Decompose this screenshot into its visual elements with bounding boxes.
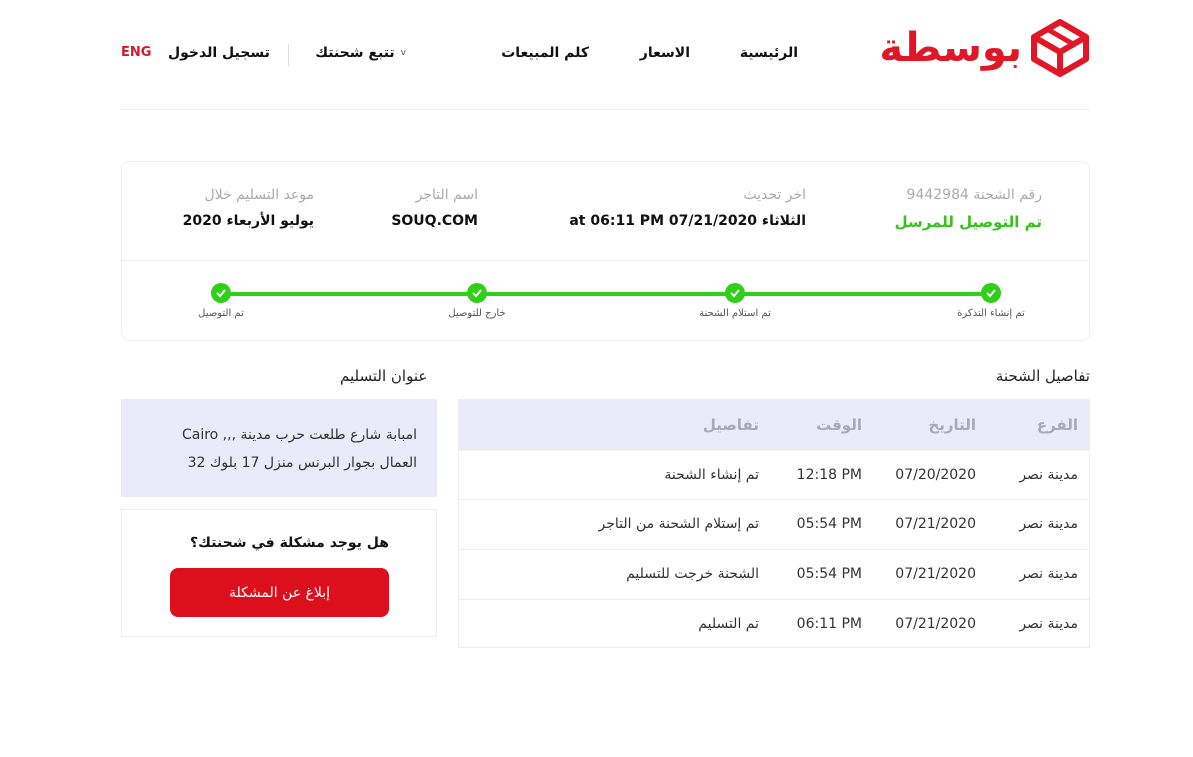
nav-home[interactable]: الرئيسية — [740, 45, 798, 61]
delivery-address-title: عنوان التسليم — [340, 367, 428, 385]
delivery-date-label: موعد التسليم خلال — [204, 187, 314, 203]
header-time: الوقت — [816, 416, 862, 434]
last-update-field: اخر تحديث الثلاثاء 07/21/2020 at 06:11 P… — [569, 187, 806, 229]
header-date: التاريخ — [928, 416, 976, 434]
site-header: بوسطة الرئيسية الاسعار كلم المبيعات تتبع… — [121, 18, 1090, 88]
step-label-created: تم إنشاء التذكرة — [957, 308, 1025, 319]
table-row: مدينة نصر 07/21/2020 05:54 PM الشحنة خرج… — [459, 549, 1089, 599]
address-line-2: العمال بجوار البرنس منزل 17 بلوك 32 — [187, 455, 417, 471]
step-check-icon — [467, 283, 487, 303]
table-header: الفرع التاريخ الوقت تفاصيل — [459, 400, 1089, 450]
row-details: تم إستلام الشحنة من التاجر — [598, 516, 759, 532]
header-divider — [121, 109, 1090, 110]
row-date: 07/21/2020 — [895, 516, 976, 532]
brand-logo[interactable]: بوسطة — [879, 18, 1090, 78]
row-time: 05:54 PM — [796, 566, 862, 582]
row-time: 06:11 PM — [796, 616, 862, 632]
merchant-field: اسم التاجر SOUQ.COM — [391, 187, 478, 229]
box-logo-icon — [1031, 19, 1089, 77]
shipment-number-label: رقم الشحنة 9442984 — [906, 187, 1042, 203]
address-line-1: امبابة شارع طلعت حرب مدينة ,,, Cairo — [181, 427, 417, 443]
table-row: مدينة نصر 07/21/2020 05:54 PM تم إستلام … — [459, 499, 1089, 549]
step-check-icon — [981, 283, 1001, 303]
row-details: تم التسليم — [698, 616, 759, 632]
last-update-value: الثلاثاء 07/21/2020 at 06:11 PM — [569, 213, 806, 229]
nav-prices[interactable]: الاسعار — [640, 45, 690, 61]
nav-contact-sales[interactable]: كلم المبيعات — [501, 45, 589, 61]
shipment-number-field: رقم الشحنة 9442984 تم التوصيل للمرسل — [895, 187, 1042, 231]
row-branch: مدينة نصر — [1019, 467, 1078, 483]
last-update-label: اخر تحديث — [743, 187, 806, 203]
shipment-status: تم التوصيل للمرسل — [894, 213, 1042, 231]
nav-login[interactable]: تسجيل الدخول — [168, 45, 270, 61]
step-label-out-for-delivery: خارج للتوصيل — [448, 308, 506, 319]
delivery-date-field: موعد التسليم خلال يوليو الأربعاء 2020 — [183, 187, 314, 229]
row-date: 07/20/2020 — [895, 467, 976, 483]
brand-name: بوسطة — [879, 25, 1022, 71]
step-label-received: تم استلام الشحنة — [699, 308, 771, 319]
merchant-label: اسم التاجر — [415, 187, 478, 203]
delivery-date-value: يوليو الأربعاء 2020 — [182, 213, 314, 229]
problem-question: هل يوجد مشكلة في شحنتك؟ — [190, 535, 389, 551]
row-details: تم إنشاء الشحنة — [664, 467, 759, 483]
report-problem-button[interactable]: إبلاغ عن المشكلة — [170, 568, 389, 617]
language-toggle[interactable]: ENG — [121, 45, 151, 60]
progress-tracker: تم إنشاء التذكرة تم استلام الشحنة خارج ل… — [122, 280, 1089, 330]
row-branch: مدينة نصر — [1019, 516, 1078, 532]
summary-divider — [122, 260, 1089, 261]
delivery-address-box: امبابة شارع طلعت حرب مدينة ,,, Cairo الع… — [121, 399, 437, 497]
table-row: مدينة نصر 07/20/2020 12:18 PM تم إنشاء ا… — [459, 450, 1089, 500]
shipment-summary-card: رقم الشحنة 9442984 تم التوصيل للمرسل اخر… — [121, 161, 1090, 341]
nav-divider — [288, 44, 289, 66]
row-time: 12:18 PM — [796, 467, 862, 483]
header-details: تفاصيل — [702, 416, 759, 434]
table-row: مدينة نصر 07/21/2020 06:11 PM تم التسليم — [459, 599, 1089, 649]
step-label-delivered: تم التوصيل — [198, 308, 244, 319]
step-check-icon — [211, 283, 231, 303]
progress-line — [221, 292, 991, 296]
nav-track-label: تتبع شحنتك — [315, 45, 395, 61]
row-date: 07/21/2020 — [895, 616, 976, 632]
row-details: الشحنة خرجت للتسليم — [626, 566, 759, 582]
shipment-details-title: تفاصيل الشحنة — [995, 367, 1090, 385]
report-problem-box: هل يوجد مشكلة في شحنتك؟ إبلاغ عن المشكلة — [121, 509, 437, 637]
merchant-value: SOUQ.COM — [391, 213, 478, 229]
row-time: 05:54 PM — [796, 516, 862, 532]
row-date: 07/21/2020 — [895, 566, 976, 582]
shipment-details-table: الفرع التاريخ الوقت تفاصيل مدينة نصر 07/… — [458, 399, 1090, 648]
step-check-icon — [725, 283, 745, 303]
row-branch: مدينة نصر — [1019, 616, 1078, 632]
chevron-down-icon: v — [400, 48, 406, 58]
row-branch: مدينة نصر — [1019, 566, 1078, 582]
nav-track-shipment[interactable]: تتبع شحنتك v — [315, 45, 406, 61]
header-branch: الفرع — [1036, 416, 1078, 434]
